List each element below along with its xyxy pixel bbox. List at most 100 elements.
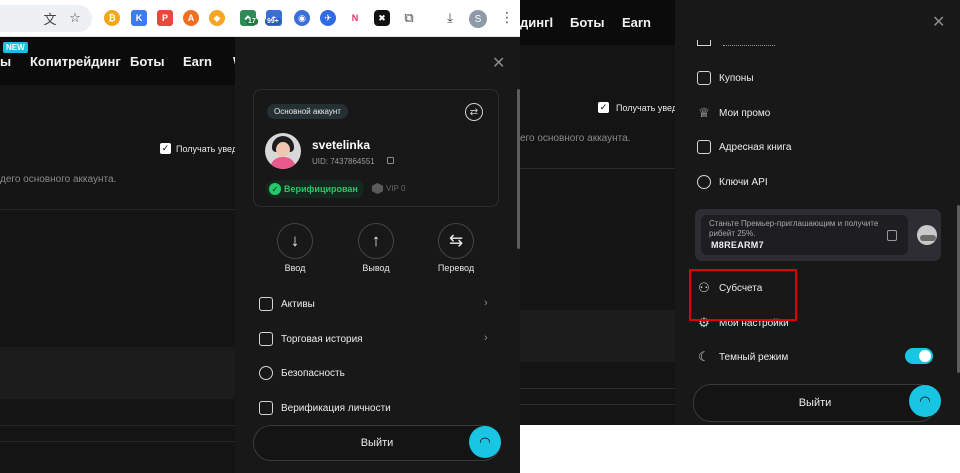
notify-checkbox[interactable]: ✓: [160, 143, 171, 154]
cropped-menu-icon: [697, 40, 711, 46]
close-icon[interactable]: ✕: [492, 56, 505, 72]
menu-item-address-book[interactable]: Адресная книга: [697, 137, 791, 157]
menu-item-label: Мои промо: [719, 107, 771, 119]
account-drawer: ✕ Купоны ♕ Мои промо Адресная книга Ключ…: [675, 0, 960, 425]
notify-checkbox[interactable]: ✓: [598, 102, 609, 113]
ext-square-icon[interactable]: ✖: [374, 10, 390, 26]
verified-badge: ✓ Верифицирован: [266, 180, 364, 198]
ext-k-icon[interactable]: K: [131, 10, 147, 26]
withdraw-button[interactable]: ↑: [358, 223, 394, 259]
menu-item-label: Верификация личности: [281, 402, 391, 414]
ext-fire-icon[interactable]: A: [183, 10, 199, 26]
ticket-icon: [697, 71, 711, 85]
ext-bird-icon[interactable]: ✈: [320, 10, 336, 26]
divider: [0, 209, 235, 210]
screenshot-composite: 文 ☆ ₿ K P A ◆ ◆ 17 ● 99+ ◉ ✈ N ✖ ⧉ ⤓ S ⋮…: [0, 0, 960, 473]
menu-item-coupons[interactable]: Купоны: [697, 68, 754, 88]
vip-label: VIP 0: [386, 184, 406, 193]
id-card-icon: [259, 401, 273, 415]
ext-orange-icon[interactable]: ₿: [104, 10, 120, 26]
chevron-right-icon: ›: [484, 332, 488, 344]
deposit-label: Ввод: [284, 263, 306, 273]
check-icon: ✓: [269, 183, 281, 195]
account-drawer: ✕ Основной аккаунт ⇄ svetelinka UID: 743…: [235, 37, 520, 473]
username: svetelinka: [312, 138, 371, 152]
star-icon[interactable]: ☆: [66, 9, 84, 27]
menu-item-label: Активы: [281, 298, 315, 310]
profile-avatar[interactable]: S: [469, 10, 487, 28]
menu-item-label: Торговая история: [281, 333, 363, 345]
nav-item-earn[interactable]: Earn: [622, 15, 651, 30]
menu-item-label: Безопасность: [281, 367, 345, 379]
vip-icon: [372, 183, 383, 194]
ext-circle-icon[interactable]: ◉: [294, 10, 310, 26]
copy-uid-icon[interactable]: [387, 157, 394, 164]
extensions-puzzle-icon[interactable]: ⧉: [400, 9, 418, 27]
support-headset-icon[interactable]: ◠: [469, 426, 501, 458]
menu-item-label: Адресная книга: [719, 141, 792, 153]
wallet-icon: [259, 297, 273, 311]
switch-account-icon[interactable]: ⇄: [465, 103, 483, 121]
promo-text: Станьте Премьер-приглашающим и получите …: [709, 219, 879, 238]
menu-item-trade-history[interactable]: Торговая история: [259, 329, 363, 349]
ext-n-icon[interactable]: N: [347, 10, 363, 26]
menu-item-dark-mode: ☾ Темный режим: [697, 347, 788, 367]
divider: [0, 441, 235, 442]
menu-item-my-promo[interactable]: ♕ Мои промо: [697, 103, 770, 123]
trophy-icon: ♕: [698, 105, 710, 120]
deposit-button[interactable]: ↓: [277, 223, 313, 259]
left-screenshot: 文 ☆ ₿ K P A ◆ ◆ 17 ● 99+ ◉ ✈ N ✖ ⧉ ⤓ S ⋮…: [0, 0, 520, 473]
kebab-menu-icon[interactable]: ⋮: [500, 9, 514, 26]
nav-item-bots[interactable]: Боты: [130, 54, 164, 69]
arrow-down-icon: ↓: [290, 231, 300, 250]
right-screenshot: дингl Боты Earn ✓ Получать уведо его осн…: [520, 0, 960, 425]
close-icon[interactable]: ✕: [932, 15, 945, 31]
highlight-annotation: [689, 269, 797, 321]
withdraw-label: Вывод: [362, 263, 390, 273]
verified-label: Верифицирован: [284, 184, 358, 194]
referral-promo-card[interactable]: Станьте Премьер-приглашающим и получите …: [695, 209, 941, 261]
divider: [520, 168, 675, 169]
address-book-icon: [697, 140, 711, 154]
transfer-label: Перевод: [437, 263, 475, 273]
browser-toolbar: 文 ☆ ₿ K P A ◆ ◆ 17 ● 99+ ◉ ✈ N ✖ ⧉ ⤓ S ⋮: [0, 0, 520, 37]
logout-button[interactable]: Выйти: [693, 384, 937, 422]
transfer-button[interactable]: ⇆: [438, 223, 474, 259]
menu-item-security[interactable]: Безопасность: [259, 363, 345, 383]
account-card: Основной аккаунт ⇄ svetelinka UID: 74378…: [253, 89, 499, 207]
ext-red-icon[interactable]: P: [157, 10, 173, 26]
divider: [520, 388, 675, 389]
divider: [520, 404, 675, 405]
api-key-icon: [697, 175, 711, 189]
dark-mode-toggle[interactable]: [905, 348, 933, 364]
promo-code: M8REARM7: [711, 240, 764, 250]
arrow-up-icon: ↑: [371, 231, 381, 250]
account-description: его основного аккаунта.: [520, 133, 631, 144]
menu-item-kyc[interactable]: Верификация личности: [259, 398, 391, 418]
download-icon[interactable]: ⤓: [441, 9, 459, 27]
logout-button[interactable]: Выйти: [253, 425, 501, 461]
history-icon: [259, 332, 273, 346]
nav-item-earn[interactable]: Earn: [183, 54, 212, 69]
translate-icon[interactable]: 文: [41, 9, 59, 27]
ext-fox-icon[interactable]: ◆: [209, 10, 225, 26]
menu-item-assets[interactable]: Активы: [259, 294, 315, 314]
account-type-chip: Основной аккаунт: [267, 104, 348, 119]
site-navbar: дингl Боты Earn: [520, 0, 675, 45]
menu-item-label: Купоны: [719, 72, 754, 84]
support-headset-icon[interactable]: ◠: [909, 385, 941, 417]
nav-item-bots[interactable]: Боты: [570, 15, 604, 30]
notify-checkbox-label: Получать уведо: [616, 103, 683, 113]
vip-level: VIP 0: [372, 183, 405, 194]
moon-icon: ☾: [698, 349, 710, 364]
divider: [0, 425, 235, 426]
table-band: [0, 347, 235, 399]
table-band: [520, 310, 675, 362]
menu-item-api-keys[interactable]: Ключи API: [697, 172, 768, 192]
nav-item-cut[interactable]: ы: [0, 54, 11, 69]
copy-icon[interactable]: [887, 230, 897, 241]
nav-item-copytrading[interactable]: Копитрейдинг: [30, 54, 121, 69]
avatar: [265, 133, 301, 169]
new-badge: NEW: [3, 42, 28, 53]
nav-item-cut[interactable]: дингl: [520, 15, 553, 30]
